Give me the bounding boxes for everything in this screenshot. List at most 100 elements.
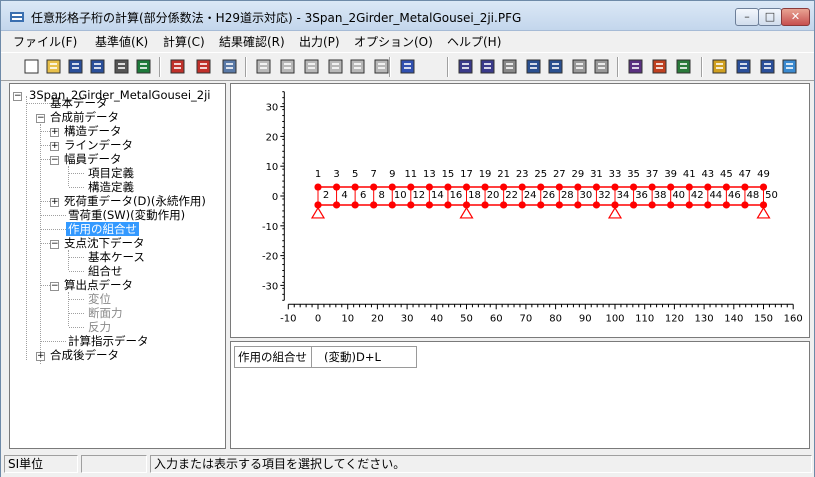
delete-icon[interactable] (113, 58, 130, 75)
menu-output[interactable]: 出力(P) (299, 33, 340, 50)
bottom-node-label: 40 (672, 190, 685, 201)
minimize-button[interactable]: – (735, 8, 759, 26)
tree-snow-load[interactable]: 雪荷重(SW)(変動作用) (68, 208, 185, 222)
top-node-label: 21 (497, 169, 510, 180)
bottom-node-label: 14 (431, 190, 444, 201)
tree-basic-case[interactable]: 基本ケース (88, 250, 145, 264)
chart-output-icon[interactable] (547, 58, 564, 75)
menu-options[interactable]: オプション(O) (354, 33, 433, 50)
bottom-node (592, 201, 601, 209)
top-node (370, 183, 378, 191)
id-card-icon[interactable] (759, 58, 776, 75)
save-icon[interactable] (67, 58, 84, 75)
top-node-label: 25 (534, 169, 547, 180)
data-tree[interactable]: − 3Span_2Girder_MetalGousei_2ji 基本データ − … (9, 83, 226, 449)
maximize-button[interactable]: □ (758, 8, 782, 26)
tree-reaction[interactable]: 反力 (88, 320, 111, 334)
expand-structure-icon[interactable]: + (50, 128, 59, 137)
book-icon[interactable] (735, 58, 752, 75)
tree-dead-load[interactable]: 死荷重データ(D)(永続作用) (64, 194, 206, 208)
x-tick-label: 0 (315, 313, 321, 324)
support-icon (607, 206, 623, 219)
bottom-node-label: 26 (542, 190, 555, 201)
collapse-root-icon[interactable]: − (13, 92, 22, 101)
node-edit-icon[interactable] (169, 58, 186, 75)
toolbar (1, 52, 814, 81)
menu-file[interactable]: ファイル(F) (13, 33, 77, 50)
print-setup-icon[interactable] (501, 58, 518, 75)
chart-c-icon[interactable] (593, 58, 610, 75)
grid-c-icon[interactable] (303, 58, 320, 75)
menu-standard[interactable]: 基準値(K) (95, 33, 148, 50)
table-icon[interactable] (221, 58, 238, 75)
help-icon[interactable] (711, 58, 728, 75)
bottom-node-label: 42 (691, 190, 704, 201)
tree-basic-data[interactable]: 基本データ (50, 96, 108, 110)
check-sheet-icon[interactable] (675, 58, 692, 75)
menu-calc[interactable]: 計算(C) (163, 33, 205, 50)
edit-sheet-icon[interactable] (627, 58, 644, 75)
grid-f-icon[interactable] (373, 58, 390, 75)
tree-action-combination[interactable]: 作用の組合せ (66, 222, 139, 236)
layout-icon[interactable] (781, 58, 798, 75)
tree-post-composite[interactable]: 合成後データ (50, 348, 119, 362)
collapse-width-icon[interactable]: − (50, 156, 59, 165)
expand-post-composite-icon[interactable]: + (36, 352, 45, 361)
bottom-node (667, 201, 675, 209)
tree-calc-instruction[interactable]: 計算指示データ (68, 334, 149, 348)
menu-bar: ファイル(F) 基準値(K) 計算(C) 結果確認(R) 出力(P) オプション… (1, 31, 814, 51)
new-file-icon[interactable] (23, 58, 40, 75)
tree-section-force[interactable]: 断面力 (88, 306, 123, 320)
grid-b-icon[interactable] (279, 58, 296, 75)
grid-a-icon[interactable] (255, 58, 272, 75)
table-output-icon[interactable] (525, 58, 542, 75)
bottom-node (537, 201, 545, 209)
window-title: 任意形格子桁の計算(部分係数法・H29道示対応) - 3Span_2Girder… (31, 11, 522, 25)
top-node-label: 37 (646, 169, 659, 180)
x-tick-label: 120 (665, 313, 684, 324)
menu-results[interactable]: 結果確認(R) (219, 33, 285, 50)
tree-combination[interactable]: 組合せ (88, 264, 123, 278)
structure-view[interactable]: 30 20 10 0 -10 -20 -30 -10 0 10 20 30 40 50 60 70 80 90 10… (230, 83, 810, 338)
tree-structure-data[interactable]: 構造データ (64, 124, 122, 138)
tree-structure-definition[interactable]: 構造定義 (88, 180, 134, 194)
grid-e-icon[interactable] (349, 58, 366, 75)
bottom-node (704, 201, 712, 209)
expand-dead-load-icon[interactable]: + (50, 198, 59, 207)
tree-line-data[interactable]: ラインデータ (64, 138, 133, 152)
open-folder-icon[interactable] (45, 58, 62, 75)
combination-grid[interactable]: 作用の組合せ (変動)D+L (230, 341, 810, 449)
tree-item-definition[interactable]: 項目定義 (88, 166, 134, 180)
3d-view-icon[interactable] (399, 58, 416, 75)
member-edit-icon[interactable] (195, 58, 212, 75)
menu-help[interactable]: ヘルプ(H) (447, 33, 501, 50)
top-node-label: 27 (553, 169, 566, 180)
tree-calc-point-data[interactable]: 算出点データ (64, 278, 133, 292)
tree-width-data[interactable]: 幅員データ (64, 152, 122, 166)
grid-value-cell[interactable]: (変動)D+L (311, 346, 417, 368)
bottom-node-label: 20 (487, 190, 500, 201)
tree-displacement[interactable]: 変位 (88, 292, 111, 306)
bottom-node-label: 8 (379, 190, 385, 201)
collapse-settlement-icon[interactable]: − (50, 240, 59, 249)
top-node (314, 183, 322, 191)
expand-line-icon[interactable]: + (50, 142, 59, 151)
collapse-calc-point-icon[interactable]: − (50, 282, 59, 291)
export-icon[interactable] (135, 58, 152, 75)
tree-settlement-data[interactable]: 支点沈下データ (64, 236, 145, 250)
print-icon[interactable] (457, 58, 474, 75)
chart-b-icon[interactable] (571, 58, 588, 75)
calc-sheet-icon[interactable] (651, 58, 668, 75)
tree-pre-composite[interactable]: 合成前データ (50, 110, 119, 124)
collapse-pre-composite-icon[interactable]: − (36, 114, 45, 123)
print-preview-icon[interactable] (479, 58, 496, 75)
close-button[interactable]: ✕ (781, 8, 810, 26)
top-node-label: 29 (572, 169, 585, 180)
toolbar-separator (159, 57, 161, 77)
save-as-icon[interactable] (89, 58, 106, 75)
grid-d-icon[interactable] (327, 58, 344, 75)
x-tick-label: 60 (490, 313, 503, 324)
bottom-node (629, 201, 638, 209)
top-node-label: 45 (720, 169, 733, 180)
y-tick-label: 0 (272, 192, 278, 203)
